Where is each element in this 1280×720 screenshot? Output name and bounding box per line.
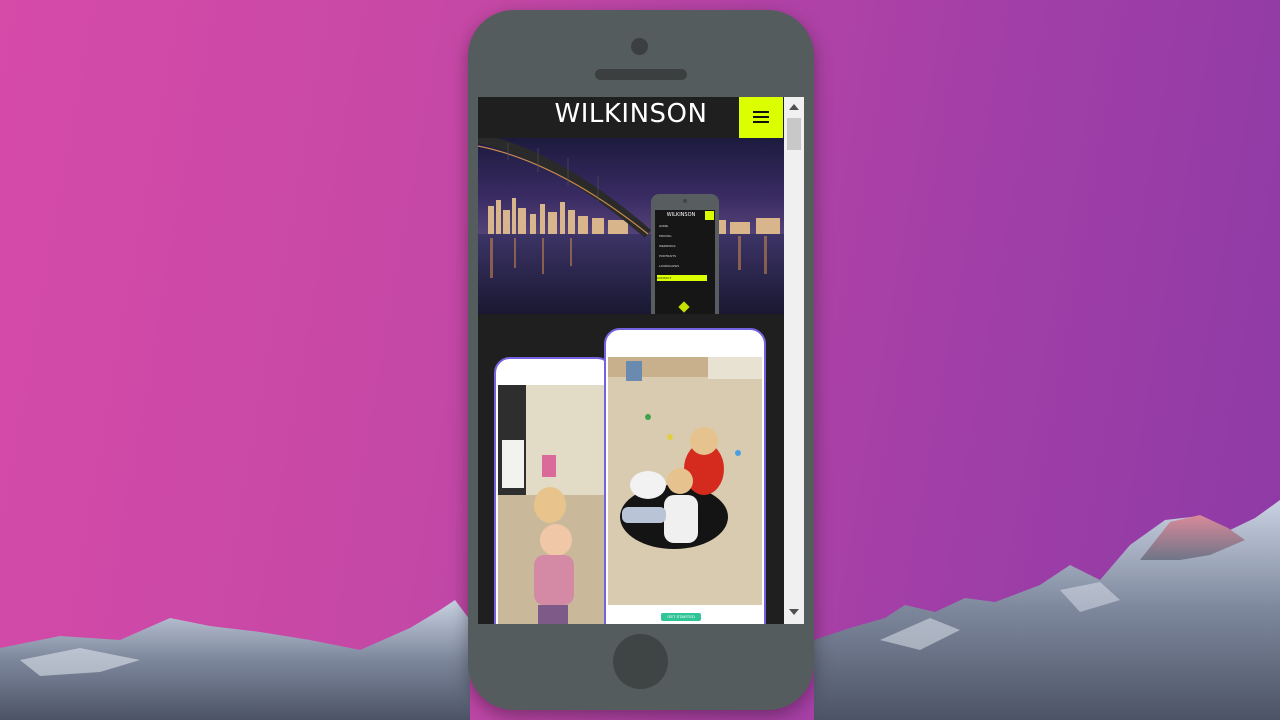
mini-menu-item: HOME — [659, 224, 668, 228]
scroll-up-arrow-icon[interactable] — [789, 104, 799, 110]
website-preview: WILKINSON WILKINSON HOME PRICING WEDDING… — [478, 97, 784, 624]
children-hugging-photo — [498, 385, 609, 624]
scroll-down-arrow-icon[interactable] — [789, 609, 799, 615]
phone-camera — [631, 38, 648, 55]
phone-frame: WILKINSON WILKINSON HOME PRICING WEDDING… — [468, 10, 814, 710]
mini-site-title: WILKINSON — [666, 212, 696, 218]
menu-button[interactable] — [739, 97, 783, 138]
phone-speaker — [595, 69, 687, 80]
hero-image: WILKINSON HOME PRICING WEDDINGS PORTRAIT… — [478, 133, 784, 330]
phone-screen: WILKINSON WILKINSON HOME PRICING WEDDING… — [478, 97, 804, 624]
mini-close-icon — [705, 211, 714, 220]
vertical-scrollbar[interactable] — [784, 97, 804, 624]
right-phone-mockup: GET STARTED — [604, 328, 766, 624]
mockups-section: GET STARTED — [478, 314, 784, 624]
mini-phone-camera — [683, 199, 687, 203]
mini-diamond-icon — [678, 301, 690, 313]
left-phone-mockup — [494, 357, 613, 624]
mini-phone-screen: WILKINSON HOME PRICING WEDDINGS PORTRAIT… — [655, 210, 715, 314]
city-bridge-night-image — [478, 133, 784, 314]
mini-menu-item: LANDSCAPES — [659, 264, 680, 268]
mini-phone-preview: WILKINSON HOME PRICING WEDDINGS PORTRAIT… — [651, 194, 719, 330]
phone-home-button[interactable] — [613, 634, 668, 689]
children-playing-photo — [608, 357, 762, 605]
scrollbar-thumb[interactable] — [787, 118, 801, 150]
mini-menu-item-active: CONTACT — [657, 275, 707, 281]
mini-menu-item: PORTRAITS — [659, 254, 677, 258]
get-started-button[interactable]: GET STARTED — [661, 613, 701, 621]
site-header: WILKINSON — [478, 97, 784, 138]
mini-menu-item: WEDDINGS — [659, 244, 676, 248]
mini-menu-item: PRICING — [659, 234, 672, 238]
